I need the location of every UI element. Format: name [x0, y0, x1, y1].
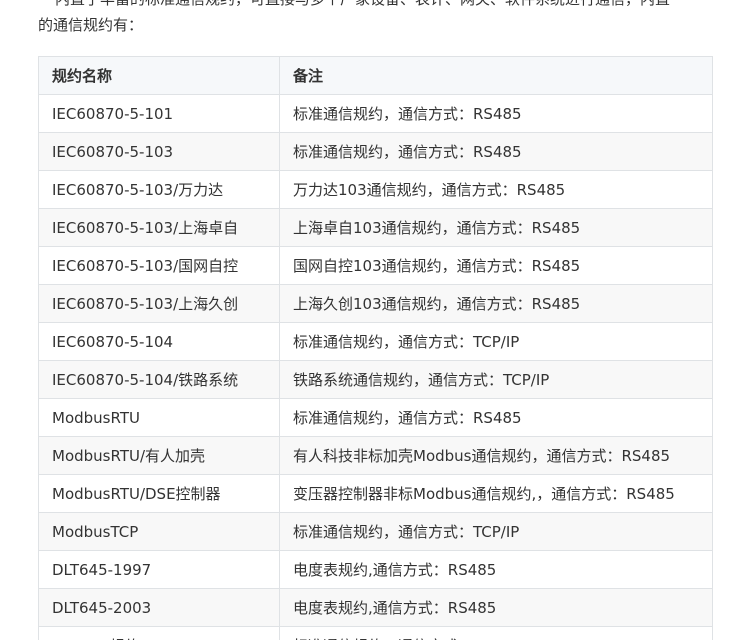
table-row: IEC60870-5-104/铁路系统 铁路系统通信规约，通信方式：TCP/IP — [38, 360, 713, 399]
remarks-cell: 变压器控制器非标Modbus通信规约,，通信方式：RS485 — [279, 474, 713, 513]
table-row: IEC60870-5-101 标准通信规约，通信方式：RS485 — [38, 94, 713, 133]
protocol-name-cell: ModbusTCP — [38, 512, 280, 551]
remarks-cell: 电度表规约,通信方式：RS485 — [279, 588, 713, 627]
table-header: 规约名称 备注 — [38, 56, 713, 95]
protocol-table: 规约名称 备注 IEC60870-5-101 标准通信规约，通信方式：RS485… — [38, 56, 713, 640]
table-row: IEC60870-5-103/上海久创 上海久创103通信规约，通信方式：RS4… — [38, 284, 713, 323]
table-row: IEC60870-5-103/上海卓自 上海卓自103通信规约，通信方式：RS4… — [38, 208, 713, 247]
remarks-cell: 铁路系统通信规约，通信方式：TCP/IP — [279, 360, 713, 399]
remarks-cell: 万力达103通信规约，通信方式：RS485 — [279, 170, 713, 209]
intro-paragraph: 内置了丰富的标准通信规约，可直接与多个厂家设备、表计、网关、软件系统进行通信，内… — [38, 0, 728, 38]
table-row: ModbusRTU/有人加壳 有人科技非标加壳Modbus通信规约，通信方式：R… — [38, 436, 713, 475]
intro-line-1: 内置了丰富的标准通信规约，可直接与多个厂家设备、表计、网关、软件系统进行通信，内… — [38, 0, 728, 12]
protocol-name-cell: IEC60870-5-103/上海久创 — [38, 284, 280, 323]
protocol-name-cell: IEC60870-5-104 — [38, 322, 280, 361]
table-row: ModbusTCP 标准通信规约，通信方式：TCP/IP — [38, 512, 713, 551]
intro-line-2: 的通信规约有： — [38, 16, 144, 34]
remarks-cell: 标准通信规约，通信方式：TCP/IP — [279, 322, 713, 361]
remarks-cell: 标准通信规约，通信方式：RS485 — [279, 626, 713, 640]
remarks-cell: 标准通信规约，通信方式：RS485 — [279, 398, 713, 437]
remarks-cell: 上海久创103通信规约，通信方式：RS485 — [279, 284, 713, 323]
remarks-cell: 电度表规约,通信方式：RS485 — [279, 550, 713, 589]
protocol-name-cell: IEC60870-5-103/万力达 — [38, 170, 280, 209]
header-protocol-name: 规约名称 — [38, 56, 280, 95]
table-row: ModbusRTU 标准通信规约，通信方式：RS485 — [38, 398, 713, 437]
remarks-cell: 有人科技非标加壳Modbus通信规约，通信方式：RS485 — [279, 436, 713, 475]
remarks-cell: 国网自控103通信规约，通信方式：RS485 — [279, 246, 713, 285]
protocol-name-cell: IEC60870-5-103 — [38, 132, 280, 171]
protocol-name-cell: ModbusRTU/有人加壳 — [38, 436, 280, 475]
protocol-name-cell: ModbusRTU — [38, 398, 280, 437]
protocol-name-cell: ModbusRTU/DSE控制器 — [38, 474, 280, 513]
table-row: IEC60870-5-103/万力达 万力达103通信规约，通信方式：RS485 — [38, 170, 713, 209]
header-remarks: 备注 — [279, 56, 713, 95]
table-row: CJ/T188规约 标准通信规约，通信方式：RS485 — [38, 626, 713, 640]
protocol-name-cell: IEC60870-5-103/国网自控 — [38, 246, 280, 285]
protocol-name-cell: CJ/T188规约 — [38, 626, 280, 640]
remarks-cell: 标准通信规约，通信方式：RS485 — [279, 94, 713, 133]
header-row: 规约名称 备注 — [38, 56, 713, 95]
protocol-name-cell: IEC60870-5-103/上海卓自 — [38, 208, 280, 247]
protocol-name-cell: IEC60870-5-101 — [38, 94, 280, 133]
remarks-cell: 标准通信规约，通信方式：TCP/IP — [279, 512, 713, 551]
table-row: IEC60870-5-103/国网自控 国网自控103通信规约，通信方式：RS4… — [38, 246, 713, 285]
protocol-name-cell: DLT645-2003 — [38, 588, 280, 627]
table-row: DLT645-1997 电度表规约,通信方式：RS485 — [38, 550, 713, 589]
table-row: IEC60870-5-103 标准通信规约，通信方式：RS485 — [38, 132, 713, 171]
protocol-name-cell: DLT645-1997 — [38, 550, 280, 589]
table-row: IEC60870-5-104 标准通信规约，通信方式：TCP/IP — [38, 322, 713, 361]
table-body: IEC60870-5-101 标准通信规约，通信方式：RS485 IEC6087… — [38, 94, 713, 640]
table-row: ModbusRTU/DSE控制器 变压器控制器非标Modbus通信规约,，通信方… — [38, 474, 713, 513]
remarks-cell: 标准通信规约，通信方式：RS485 — [279, 132, 713, 171]
remarks-cell: 上海卓自103通信规约，通信方式：RS485 — [279, 208, 713, 247]
protocol-name-cell: IEC60870-5-104/铁路系统 — [38, 360, 280, 399]
table-row: DLT645-2003 电度表规约,通信方式：RS485 — [38, 588, 713, 627]
